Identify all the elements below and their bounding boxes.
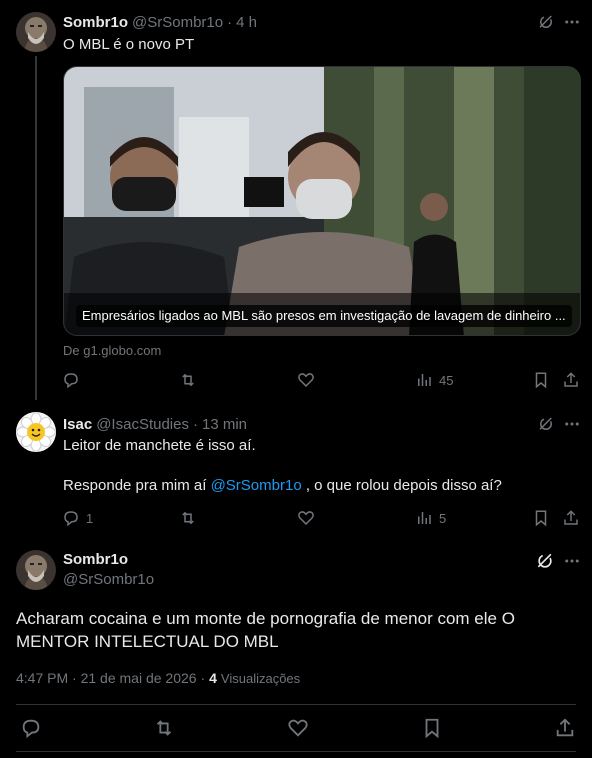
link-card-source[interactable]: De g1.globo.com <box>63 343 161 358</box>
retweet-button[interactable] <box>178 370 198 390</box>
reply-count: 1 <box>86 510 94 526</box>
like-button[interactable] <box>297 370 315 390</box>
views-label: Visualizações <box>220 670 301 686</box>
divider <box>16 751 576 752</box>
views-count: 4 <box>209 670 217 686</box>
reply-icon <box>62 509 80 527</box>
avatar[interactable] <box>16 550 56 590</box>
views-count: 45 <box>439 372 454 388</box>
like-icon <box>287 717 309 739</box>
tweet-meta: 4:47 PM · 21 de mai de 2026 · 4 Visualiz… <box>16 670 300 686</box>
views-icon <box>415 509 433 527</box>
bookmark-button[interactable] <box>532 370 550 390</box>
retweet-button[interactable] <box>152 717 176 739</box>
like-button[interactable] <box>297 508 315 528</box>
retweet-button[interactable] <box>178 508 198 528</box>
grok-icon[interactable] <box>536 414 556 434</box>
divider <box>16 704 576 705</box>
bookmark-icon <box>532 509 550 527</box>
retweet-icon <box>152 717 176 739</box>
more-icon[interactable] <box>562 414 582 434</box>
tweet-timestamp[interactable]: 4:47 PM · 21 de mai de 2026 · <box>16 670 205 686</box>
separator: · <box>192 415 198 433</box>
tweet-text: Acharam cocaina e um monte de pornografi… <box>16 607 515 653</box>
share-button[interactable] <box>562 370 580 390</box>
author-name[interactable]: Sombr1o <box>63 551 128 568</box>
more-icon[interactable] <box>562 550 582 572</box>
views-button[interactable]: 45 <box>415 370 453 390</box>
separator: · <box>227 13 233 31</box>
tweet-text: O MBL é o novo PT <box>63 36 195 53</box>
tweet-3-focused[interactable]: Sombr1o @SrSombr1o Acharam cocaina e um … <box>0 540 592 758</box>
share-icon <box>562 509 580 527</box>
timestamp[interactable]: 13 min <box>202 416 247 433</box>
more-icon[interactable] <box>562 12 582 32</box>
tweet-2[interactable]: Isac @IsacStudies · 13 min Leitor de man… <box>0 400 592 540</box>
link-card-headline-bg: Empresários ligados ao MBL são presos em… <box>76 305 572 327</box>
tweet-text-line1: Leitor de manchete é isso aí. <box>63 437 256 454</box>
grok-icon[interactable] <box>534 550 556 572</box>
share-icon <box>554 717 576 739</box>
views-count: 5 <box>439 510 447 526</box>
text-segment: Responde pra mim aí <box>63 477 211 494</box>
like-button[interactable] <box>287 717 309 739</box>
reply-button[interactable]: 1 <box>62 508 93 528</box>
author-handle[interactable]: @SrSombr1o <box>63 571 154 588</box>
reply-icon <box>20 717 42 739</box>
text-segment: , o que rolou depois disso aí? <box>301 477 502 494</box>
tweet-text-line1: Acharam cocaina e um monte de pornografi… <box>16 609 515 628</box>
bookmark-button[interactable] <box>532 508 550 528</box>
retweet-icon <box>178 371 198 389</box>
author-handle[interactable]: @SrSombr1o <box>132 14 223 31</box>
link-card-image <box>64 67 580 335</box>
thread-line <box>35 56 37 400</box>
retweet-icon <box>178 509 198 527</box>
grok-icon[interactable] <box>536 12 556 32</box>
like-icon <box>297 509 315 527</box>
reply-icon <box>62 371 80 389</box>
tweet-text-line2: Responde pra mim aí @SrSombr1o , o que r… <box>63 476 502 496</box>
avatar[interactable] <box>16 12 56 52</box>
link-card-headline[interactable]: Empresários ligados ao MBL são presos em… <box>82 308 566 323</box>
share-icon <box>562 371 580 389</box>
link-card[interactable]: Empresários ligados ao MBL são presos em… <box>63 66 581 336</box>
bookmark-icon <box>421 717 443 739</box>
share-button[interactable] <box>554 717 576 739</box>
share-button[interactable] <box>562 508 580 528</box>
timestamp[interactable]: 4 h <box>236 14 257 31</box>
avatar[interactable] <box>16 412 56 452</box>
reply-button[interactable] <box>62 370 80 390</box>
tweet-1[interactable]: Sombr1o @SrSombr1o · 4 h O MBL é o novo … <box>0 0 592 400</box>
tweet-text-line2: MENTOR INTELECTUAL DO MBL <box>16 632 279 651</box>
like-icon <box>297 371 315 389</box>
bookmark-icon <box>532 371 550 389</box>
reply-button[interactable] <box>20 717 42 739</box>
views-button[interactable]: 5 <box>415 508 446 528</box>
mention-link[interactable]: @SrSombr1o <box>211 477 302 494</box>
views-icon <box>415 371 433 389</box>
bookmark-button[interactable] <box>421 717 443 739</box>
author-name[interactable]: Sombr1o <box>63 14 128 31</box>
author-name[interactable]: Isac <box>63 416 92 433</box>
author-handle[interactable]: @IsacStudies <box>96 416 189 433</box>
